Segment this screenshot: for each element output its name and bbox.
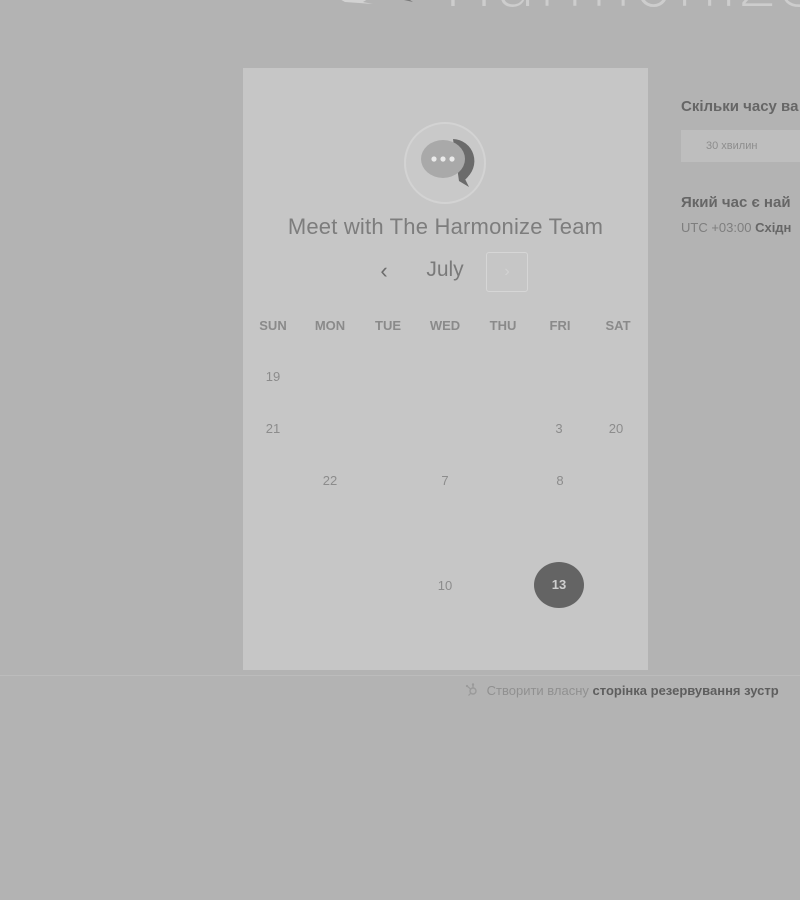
calendar-day-selected[interactable]: 13	[534, 562, 584, 608]
calendar-day[interactable]: 10	[420, 563, 470, 609]
prev-month-button[interactable]: ‹	[371, 254, 397, 290]
booking-card: Meet with The Harmonize Team ‹ July › SU…	[243, 68, 648, 670]
time-label: Який час є най	[681, 194, 791, 211]
calendar-day[interactable]: 7	[420, 458, 470, 504]
weekday-tue: TUE	[375, 318, 401, 333]
footer-prefix: Створити власну	[486, 683, 589, 698]
weekday-wed: WED	[429, 318, 461, 333]
weekday-mon: MON	[314, 318, 346, 333]
timezone-offset: UTC +03:00	[681, 220, 752, 235]
duration-select[interactable]: 30 хвилин	[681, 130, 800, 162]
calendar-day[interactable]: 20	[591, 406, 641, 452]
next-month-button[interactable]: ›	[486, 252, 528, 292]
duration-label: Скільки часу ва	[681, 98, 799, 115]
timezone-selector[interactable]: UTC +03:00 Східн	[681, 220, 791, 235]
timezone-name: Східн	[755, 220, 792, 235]
footer: Створити власну сторінка резервування зу…	[465, 683, 779, 698]
calendar-day[interactable]: 19	[248, 354, 298, 400]
weekday-fri: FRI	[549, 318, 571, 333]
brand-logo: Harmonize	[325, 0, 800, 32]
chevron-left-icon: ‹	[380, 258, 388, 283]
brand-logo-text: Harmonize	[443, 0, 800, 23]
chat-bubble-icon	[404, 122, 486, 204]
calendar-day[interactable]: 22	[305, 458, 355, 504]
calendar-day[interactable]: 21	[248, 406, 298, 452]
footer-divider	[0, 675, 800, 676]
card-title: Meet with The Harmonize Team	[287, 214, 604, 239]
weekday-thu: THU	[489, 318, 517, 333]
hubspot-sprocket-icon	[465, 683, 477, 696]
weekday-sat: SAT	[605, 318, 631, 333]
weekday-sun: SUN	[259, 318, 287, 333]
harmonize-logo-icon	[341, 0, 413, 4]
chevron-right-icon: ›	[504, 263, 510, 280]
month-label: July	[426, 258, 464, 281]
calendar-day[interactable]: 8	[535, 458, 585, 504]
weekday-header: SUN MON TUE WED THU FRI SAT	[243, 318, 648, 334]
calendar-day[interactable]: 3	[534, 406, 584, 452]
month-navigation: ‹ July ›	[363, 250, 533, 294]
footer-link[interactable]: сторінка резервування зустр	[593, 683, 779, 698]
